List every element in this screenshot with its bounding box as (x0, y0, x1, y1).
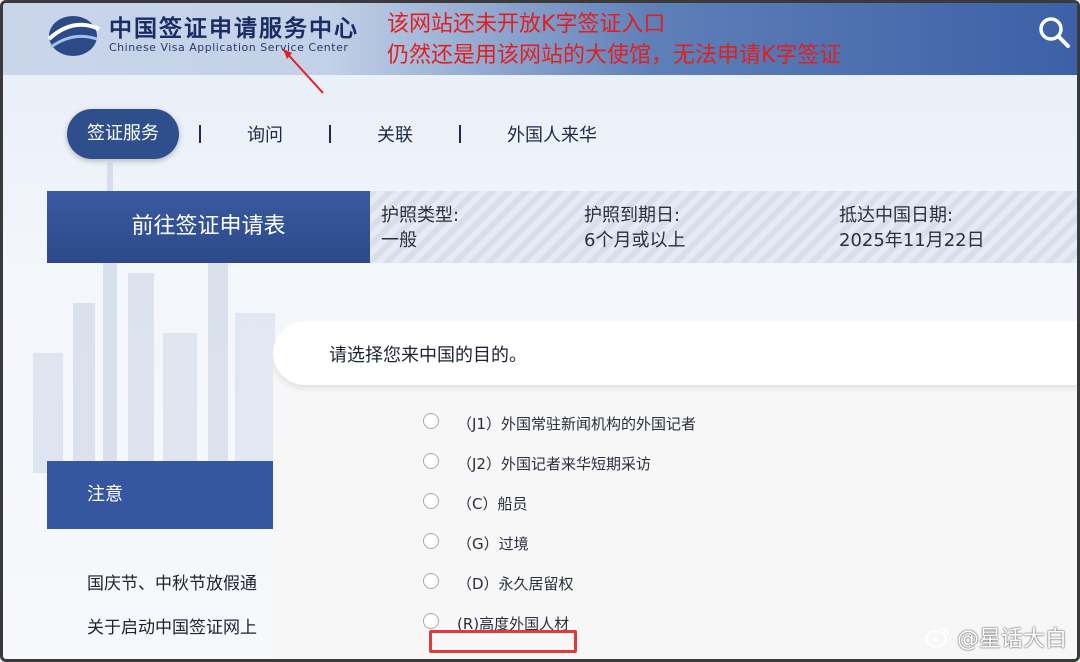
go-to-application-form-button[interactable]: 前往签证申请表 (47, 191, 370, 263)
nav-inquiry[interactable]: 询问 (221, 121, 309, 147)
nav-visa-services[interactable]: 签证服务 (67, 109, 179, 159)
red-annotation: 该网站还未开放K字签证入口 仍然还是用该网站的大使馆，无法申请K字签证 (387, 9, 841, 71)
notice-link[interactable]: 国庆节、中秋节放假通 (87, 569, 257, 594)
arrival-date-label: 抵达中国日期: (839, 205, 954, 226)
option-label: （J2）外国记者来华短期采访 (457, 454, 651, 473)
site-title-cn[interactable]: 中国签证申请服务中心 (109, 9, 359, 43)
option-label: （C）船员 (457, 494, 528, 513)
annotation-arrow (282, 48, 324, 94)
nav-divider (329, 125, 331, 143)
annotation-line-1: 该网站还未开放K字签证入口 (387, 12, 666, 37)
radio-button[interactable] (423, 413, 439, 429)
radio-button[interactable] (423, 453, 439, 469)
search-icon[interactable] (1037, 15, 1071, 49)
passport-expiry-label: 护照到期日: (584, 205, 681, 226)
purpose-option-j2[interactable]: （J2）外国记者来华短期采访 (423, 443, 696, 483)
weibo-watermark: @星话大白 (924, 621, 1067, 653)
page-frame: 中国签证申请服务中心 Chinese Visa Application Serv… (0, 0, 1080, 662)
radio-button[interactable] (423, 613, 439, 629)
passport-type-field: 护照类型: 一般 (381, 203, 459, 253)
nav-foreigners-in-china[interactable]: 外国人来华 (481, 121, 623, 147)
passport-type-label: 护照类型: (381, 205, 460, 226)
watermark-text: @星话大白 (956, 627, 1067, 652)
dialog-title: 请选择您来中国的目的。 (329, 345, 527, 366)
main-nav: 签证服务 询问 关联 外国人来华 (67, 109, 623, 159)
option-label: （D）永久居留权 (457, 574, 574, 593)
purpose-selection-dialog: 请选择您来中国的目的。 （J1）外国常驻新闻机构的外国记者 （J2）外国记者来华… (273, 321, 1077, 659)
purpose-options-list: （J1）外国常驻新闻机构的外国记者 （J2）外国记者来华短期采访 （C）船员 （… (423, 403, 696, 643)
notice-heading: 注意 (47, 461, 277, 529)
option-label: （G）过境 (457, 534, 529, 553)
radio-button[interactable] (423, 573, 439, 589)
purpose-option-c[interactable]: （C）船员 (423, 483, 696, 523)
dialog-header: 请选择您来中国的目的。 (273, 321, 1077, 385)
nav-divider (199, 125, 201, 143)
nav-related[interactable]: 关联 (351, 121, 439, 147)
application-info-strip: 前往签证申请表 护照类型: 一般 护照到期日: 6个月或以上 抵达中国日期: 2… (47, 191, 1077, 263)
purpose-option-j1[interactable]: （J1）外国常驻新闻机构的外国记者 (423, 403, 696, 443)
annotation-line-2: 仍然还是用该网站的大使馆，无法申请K字签证 (387, 43, 842, 68)
purpose-option-g[interactable]: （G）过境 (423, 523, 696, 563)
arrival-date-field: 抵达中国日期: 2025年11月22日 (839, 203, 985, 253)
radio-button[interactable] (423, 533, 439, 549)
globe-logo-icon[interactable] (43, 9, 103, 59)
site-header: 中国签证申请服务中心 Chinese Visa Application Serv… (3, 3, 1077, 94)
nav-divider (459, 125, 461, 143)
purpose-option-d[interactable]: （D）永久居留权 (423, 563, 696, 603)
notice-link[interactable]: 关于启动中国签证网上 (87, 613, 257, 638)
passport-expiry-value: 6个月或以上 (584, 230, 686, 251)
passport-expiry-field: 护照到期日: 6个月或以上 (584, 203, 685, 253)
option-label: （J1）外国常驻新闻机构的外国记者 (457, 414, 696, 433)
highlight-box (429, 630, 577, 653)
radio-button[interactable] (423, 493, 439, 509)
passport-type-value: 一般 (381, 230, 417, 251)
arrival-date-value: 2025年11月22日 (839, 230, 985, 251)
weibo-logo-icon (924, 628, 949, 648)
